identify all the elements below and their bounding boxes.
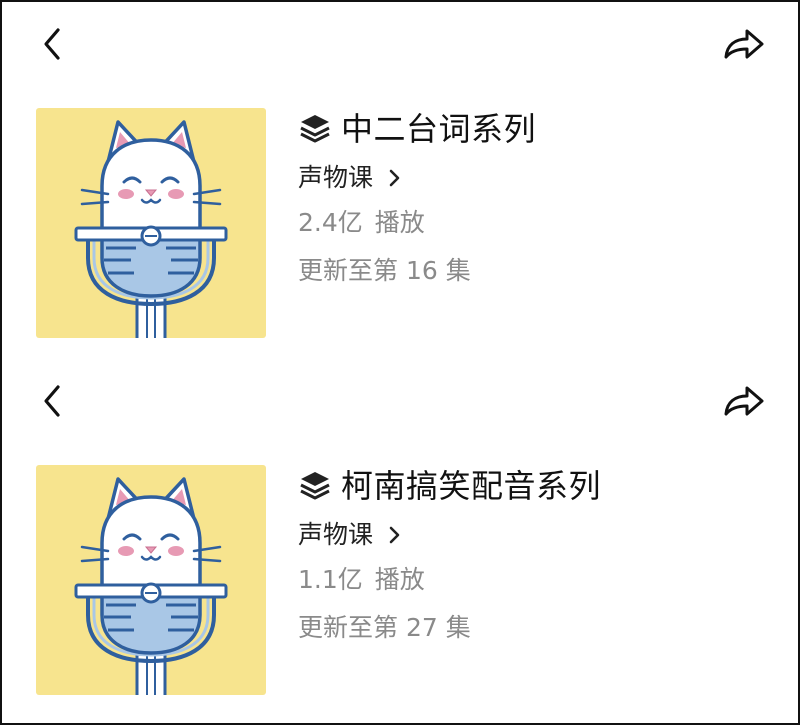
play-count-value: 2.4亿 — [298, 208, 363, 237]
series-title: 柯南搞笑配音系列 — [341, 467, 602, 505]
layers-stack-icon — [300, 472, 330, 500]
share-icon[interactable] — [718, 24, 770, 66]
play-count: 1.1亿 播放 — [298, 562, 425, 598]
cat-microphone-illustration — [74, 477, 228, 695]
episode-update-status: 更新至第 16 集 — [298, 256, 471, 285]
series-panel-1: 中二台词系列 声物课 2.4亿 播放 更新至第 16 集 — [2, 2, 798, 362]
cat-microphone-illustration — [74, 120, 228, 338]
series-title-row: 柯南搞笑配音系列 — [298, 460, 601, 512]
series-title: 中二台词系列 — [341, 110, 537, 148]
screenshot-frame: 中二台词系列 声物课 2.4亿 播放 更新至第 16 集 柯南搞笑配音系列 声物… — [0, 0, 800, 725]
chevron-right-icon — [389, 526, 400, 544]
chevron-right-icon — [389, 169, 400, 187]
series-cover-image[interactable] — [36, 108, 266, 338]
back-icon[interactable] — [38, 22, 66, 66]
back-icon[interactable] — [38, 379, 66, 423]
series-panel-2: 柯南搞笑配音系列 声物课 1.1亿 播放 更新至第 27 集 — [2, 359, 798, 719]
author-name: 声物课 — [298, 163, 374, 192]
play-count-value: 1.1亿 — [298, 565, 363, 594]
layers-stack-icon — [300, 115, 330, 143]
share-icon[interactable] — [718, 381, 770, 423]
author-name: 声物课 — [298, 520, 374, 549]
episode-update-status: 更新至第 27 集 — [298, 613, 471, 642]
play-count-unit: 播放 — [374, 208, 425, 237]
author-link[interactable]: 声物课 — [298, 517, 401, 553]
play-count-unit: 播放 — [374, 565, 425, 594]
series-title-row: 中二台词系列 — [298, 103, 536, 155]
author-link[interactable]: 声物课 — [298, 160, 401, 196]
play-count: 2.4亿 播放 — [298, 205, 425, 241]
series-cover-image[interactable] — [36, 465, 266, 695]
